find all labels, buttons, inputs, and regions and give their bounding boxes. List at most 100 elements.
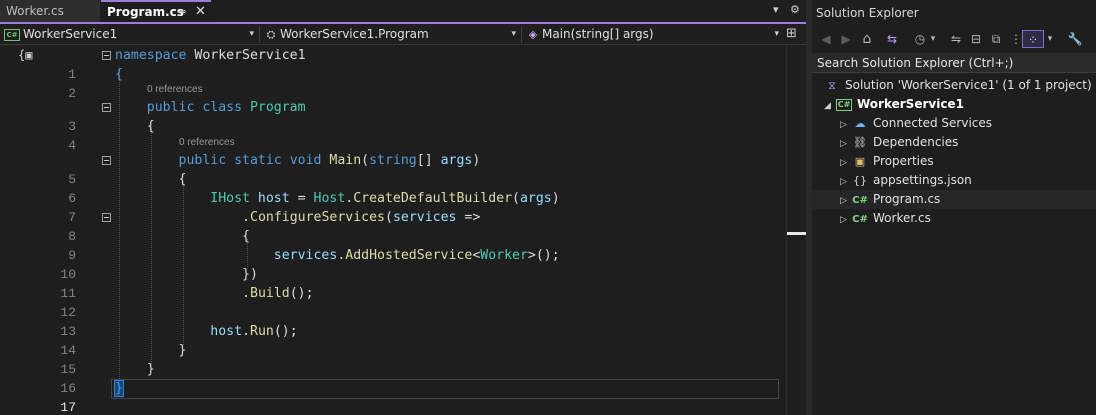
solution-explorer-toolbar: ◀ ▶ ⌂ ⇆ ◷ ▾ ⇋ ⊟ ⧉ ⋮ ⁘ ▾ 🔧: [812, 26, 1096, 52]
navigation-bar: C# WorkerService1 ▾ ⛭ WorkerService1.Progr…: [0, 24, 806, 45]
tree-item-connected-services[interactable]: ▷ ☁ Connected Services: [840, 114, 992, 133]
code-token: (: [361, 153, 370, 168]
code-token: Worker: [480, 248, 528, 263]
csharp-file-icon: C#: [852, 214, 868, 225]
codelens-references[interactable]: 0 references: [147, 83, 203, 97]
matched-brace: }: [114, 380, 124, 397]
chevron-down-icon[interactable]: ▾: [928, 30, 938, 48]
code-token: {: [242, 229, 250, 244]
tree-item-label: Program.cs: [873, 192, 941, 206]
tab-label: Program.cs: [107, 5, 184, 19]
code-token: {: [178, 172, 187, 187]
code-token: static: [226, 153, 282, 168]
pending-changes-icon[interactable]: ◷: [912, 30, 928, 48]
code-line: 4 {: [0, 117, 786, 153]
code-token: ConfigureServices: [250, 210, 385, 225]
tab-overflow-icon[interactable]: ▾: [773, 3, 779, 16]
method-icon: ◈: [528, 28, 538, 41]
code-token: ();: [273, 324, 298, 339]
project-dropdown[interactable]: C# WorkerService1 ▾: [0, 26, 260, 43]
code-token: ();: [289, 286, 314, 301]
collapse-all-icon[interactable]: ⊟: [968, 30, 984, 48]
tree-item-dependencies[interactable]: ▷ ⛓ Dependencies: [840, 133, 958, 152]
collapse-icon[interactable]: [102, 103, 111, 112]
json-file-icon: {}: [853, 174, 867, 187]
tree-item-worker-cs[interactable]: ▷ C# Worker.cs: [840, 209, 931, 228]
code-token: WorkerService1: [186, 48, 306, 63]
dependencies-icon: ⛓: [853, 136, 867, 149]
chevron-down-icon[interactable]: ▾: [1045, 30, 1055, 48]
code-line: 13: [0, 303, 786, 339]
tree-item-label: Worker.cs: [873, 211, 931, 225]
member-dropdown[interactable]: ◈ Main(string[] args) ▾: [524, 26, 784, 43]
tree-item-project[interactable]: ◢ C# WorkerService1: [824, 95, 964, 114]
code-text-area[interactable]: {▣ 1 namespace WorkerService1 2 { 0 refe…: [0, 45, 786, 415]
switch-views-icon[interactable]: ⇆: [882, 30, 902, 48]
code-line: 15 }: [0, 341, 786, 377]
collapsed-icon[interactable]: ▷: [840, 211, 852, 230]
collapse-icon[interactable]: [102, 156, 111, 165]
expanded-icon[interactable]: ◢: [824, 97, 836, 116]
tree-item-label: appsettings.json: [873, 173, 972, 187]
code-token: =>: [456, 210, 481, 225]
code-token: Run: [250, 324, 274, 339]
tree-item-program-cs[interactable]: ▷ C# Program.cs: [840, 190, 940, 209]
code-token: }: [178, 343, 187, 358]
split-window-icon[interactable]: ⊞: [786, 26, 797, 41]
solution-explorer-panel: Solution Explorer ◀ ▶ ⌂ ⇆ ◷ ▾ ⇋ ⊟ ⧉ ⋮ ⁘ …: [812, 0, 1096, 415]
code-line: 8 .ConfigureServices(services =>: [0, 208, 786, 244]
collapse-icon[interactable]: [102, 213, 111, 222]
code-token: .: [242, 324, 250, 339]
code-token: >();: [527, 248, 560, 263]
close-icon[interactable]: ✕: [195, 2, 206, 22]
code-token: Main: [321, 153, 362, 168]
code-token: (: [512, 191, 520, 206]
show-all-files-icon[interactable]: ⧉: [988, 30, 1004, 48]
code-token: =: [289, 191, 314, 206]
class-icon: ⛭: [266, 28, 276, 41]
sync-icon[interactable]: ⇋: [948, 30, 964, 48]
code-line: 14 host.Run();: [0, 322, 786, 358]
code-token: }): [242, 267, 258, 282]
code-token: string: [369, 153, 417, 168]
code-token: (: [384, 210, 393, 225]
chevron-down-icon: ▾: [511, 29, 516, 39]
home-icon[interactable]: ⌂: [858, 30, 876, 48]
scrollbar-thumb[interactable]: [787, 232, 806, 235]
code-line: 11 }): [0, 265, 786, 301]
chevron-down-icon: ▾: [774, 29, 779, 39]
codelens-references[interactable]: 0 references: [179, 136, 235, 150]
code-token: CreateDefaultBuilder: [353, 191, 513, 206]
code-token: Build: [250, 286, 290, 301]
tree-item-label: Solution 'WorkerService1' (1 of 1 projec…: [845, 78, 1092, 92]
member-dropdown-label: Main(string[] args): [542, 27, 654, 41]
csharp-project-icon: C#: [836, 98, 852, 111]
forward-icon[interactable]: ▶: [838, 30, 854, 48]
tree-item-solution[interactable]: ⧖ Solution 'WorkerService1' (1 of 1 proje…: [824, 76, 1092, 95]
type-dropdown[interactable]: ⛭ WorkerService1.Program ▾: [262, 26, 522, 43]
code-token: .: [242, 286, 250, 301]
tree-item-appsettings[interactable]: ▷{} appsettings.json: [840, 171, 972, 190]
code-token: ): [472, 153, 481, 168]
collapse-icon[interactable]: [102, 51, 111, 60]
active-document-sync-icon[interactable]: ⁘: [1022, 30, 1044, 48]
code-token: Program: [242, 100, 306, 115]
code-token: args: [440, 153, 473, 168]
code-line: 7 IHost host = Host.CreateDefaultBuilder…: [0, 189, 786, 225]
search-input[interactable]: Search Solution Explorer (Ctrl+;): [812, 53, 1096, 73]
back-icon[interactable]: ◀: [818, 30, 834, 48]
vertical-scrollbar[interactable]: [786, 45, 806, 415]
code-line: 12 .Build();: [0, 284, 786, 320]
code-token: public: [178, 153, 227, 168]
wrench-icon[interactable]: 🔧: [1066, 30, 1084, 48]
code-line: 16 }: [0, 360, 786, 396]
tab-program-cs[interactable]: Program.cs ⊸ ✕: [101, 0, 211, 22]
pin-icon[interactable]: ⊸: [177, 2, 186, 22]
gear-icon[interactable]: ⚙: [790, 3, 800, 16]
properties-folder-icon: ▣: [854, 155, 866, 168]
type-dropdown-label: WorkerService1.Program: [280, 27, 429, 41]
tree-item-properties[interactable]: ▷ ▣ Properties: [840, 152, 934, 171]
code-line: 5 public static void Main(string[] args): [0, 151, 786, 187]
tab-worker-cs[interactable]: Worker.cs: [0, 0, 100, 22]
code-token: class: [194, 100, 243, 115]
